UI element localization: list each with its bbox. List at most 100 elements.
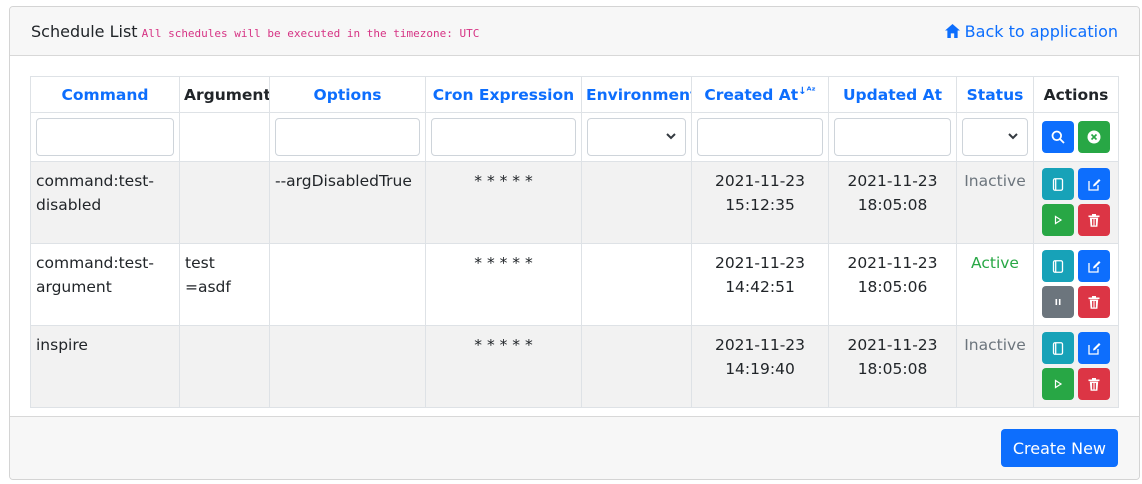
filter-cell-environments	[581, 112, 692, 162]
created-time: 15:12:35	[725, 196, 795, 214]
cell-arguments: test =asdf	[179, 243, 270, 326]
filter-command-input[interactable]	[36, 118, 174, 156]
trash-icon	[1088, 213, 1100, 227]
header-left: Schedule List All schedules will be exec…	[31, 22, 479, 41]
sort-alpha-down-icon: ↓ᴬᶻ	[798, 85, 816, 97]
search-button[interactable]	[1042, 121, 1074, 153]
filter-created-at-input[interactable]	[697, 118, 823, 156]
filter-environments-select[interactable]	[587, 118, 686, 156]
cell-environments	[581, 243, 692, 326]
history-button[interactable]	[1042, 250, 1074, 282]
cell-command: command:test-argument	[30, 243, 180, 326]
status-badge: Inactive	[956, 161, 1034, 244]
column-header-command[interactable]: Command	[30, 76, 180, 113]
pause-button[interactable]	[1042, 286, 1074, 318]
create-new-button[interactable]: Create New	[1000, 429, 1118, 467]
cell-cron: * * * * *	[425, 243, 582, 326]
delete-button[interactable]	[1078, 368, 1110, 400]
edit-icon	[1087, 260, 1101, 273]
search-icon	[1051, 130, 1065, 144]
pause-icon	[1053, 297, 1063, 307]
cell-environments	[581, 161, 692, 244]
cell-options: --argDisabledTrue	[269, 161, 426, 244]
cell-arguments	[179, 161, 270, 244]
filter-cell-command	[30, 112, 180, 162]
cell-actions	[1033, 243, 1119, 326]
created-date: 2021-11-23	[714, 336, 806, 354]
created-time: 14:42:51	[725, 278, 795, 296]
column-header-updated-at[interactable]: Updated At	[828, 76, 957, 113]
page-title: Schedule List	[31, 21, 138, 41]
edit-icon	[1087, 342, 1101, 355]
column-header-status[interactable]: Status	[956, 76, 1034, 113]
cell-actions	[1033, 161, 1119, 244]
filter-status-select[interactable]	[962, 118, 1028, 156]
filter-cell-options	[269, 112, 426, 162]
cell-environments	[581, 325, 692, 408]
filter-cell-created-at	[691, 112, 829, 162]
cell-created-at: 2021-11-23 15:12:35	[691, 161, 829, 244]
delete-button[interactable]	[1078, 204, 1110, 236]
filter-cron-input[interactable]	[431, 118, 576, 156]
notebook-icon	[1052, 341, 1064, 355]
edit-button[interactable]	[1078, 168, 1110, 200]
row-actions	[1039, 168, 1113, 236]
status-badge: Active	[956, 243, 1034, 326]
table-row: inspire * * * * * 2021-11-23 14:19:40 202…	[30, 325, 1119, 408]
notebook-icon	[1052, 177, 1064, 191]
updated-time: 18:05:08	[857, 196, 928, 214]
created-date: 2021-11-23	[714, 254, 806, 272]
card-header: Schedule List All schedules will be exec…	[10, 7, 1139, 56]
updated-date: 2021-11-23	[847, 336, 938, 354]
edit-icon	[1087, 178, 1101, 191]
updated-time: 18:05:06	[857, 278, 928, 296]
cell-cron: * * * * *	[425, 325, 582, 408]
cell-arguments	[179, 325, 270, 408]
column-header-cron-expression[interactable]: Cron Expression	[425, 76, 582, 113]
cell-updated-at: 2021-11-23 18:05:06	[828, 243, 957, 326]
filter-cell-cron	[425, 112, 582, 162]
table-row: command:test-disabled --argDisabledTrue …	[30, 161, 1119, 244]
table-row: command:test-argument test =asdf * * * *…	[30, 243, 1119, 326]
run-button[interactable]	[1042, 204, 1074, 236]
column-header-actions: Actions	[1033, 76, 1119, 113]
clear-filters-button[interactable]	[1078, 121, 1110, 153]
back-link-label: Back to application	[964, 21, 1118, 41]
cell-updated-at: 2021-11-23 18:05:08	[828, 325, 957, 408]
cell-options	[269, 243, 426, 326]
edit-button[interactable]	[1078, 250, 1110, 282]
timezone-note: All schedules will be executed in the ti…	[141, 26, 480, 40]
filter-actions	[1039, 121, 1113, 153]
filter-cell-actions	[1033, 112, 1119, 162]
updated-time: 18:05:08	[857, 360, 928, 378]
chevron-down-icon	[665, 130, 677, 142]
cell-options	[269, 325, 426, 408]
column-header-created-at[interactable]: Created At↓ᴬᶻ	[691, 76, 829, 113]
updated-date: 2021-11-23	[847, 172, 938, 190]
cell-updated-at: 2021-11-23 18:05:08	[828, 161, 957, 244]
back-to-application-link[interactable]: Back to application	[944, 21, 1118, 41]
status-badge: Inactive	[956, 325, 1034, 408]
column-header-arguments: Arguments	[179, 76, 270, 113]
history-button[interactable]	[1042, 332, 1074, 364]
schedule-card: Schedule List All schedules will be exec…	[9, 6, 1140, 480]
card-body: Command Arguments Options Cron Expressio…	[10, 56, 1139, 416]
delete-button[interactable]	[1078, 286, 1110, 318]
trash-icon	[1088, 377, 1100, 391]
column-header-options[interactable]: Options	[269, 76, 426, 113]
row-actions	[1039, 332, 1113, 400]
column-header-environments[interactable]: Environments	[581, 76, 692, 113]
filter-options-input[interactable]	[275, 118, 420, 156]
cell-created-at: 2021-11-23 14:19:40	[691, 325, 829, 408]
created-time: 14:19:40	[725, 360, 795, 378]
run-button[interactable]	[1042, 368, 1074, 400]
edit-button[interactable]	[1078, 332, 1110, 364]
cell-cron: * * * * *	[425, 161, 582, 244]
cell-command: inspire	[30, 325, 180, 408]
filter-row	[30, 112, 1119, 162]
history-button[interactable]	[1042, 168, 1074, 200]
updated-date: 2021-11-23	[847, 254, 938, 272]
home-icon	[944, 24, 960, 38]
chevron-down-icon	[1007, 130, 1019, 142]
filter-updated-at-input[interactable]	[834, 118, 951, 156]
